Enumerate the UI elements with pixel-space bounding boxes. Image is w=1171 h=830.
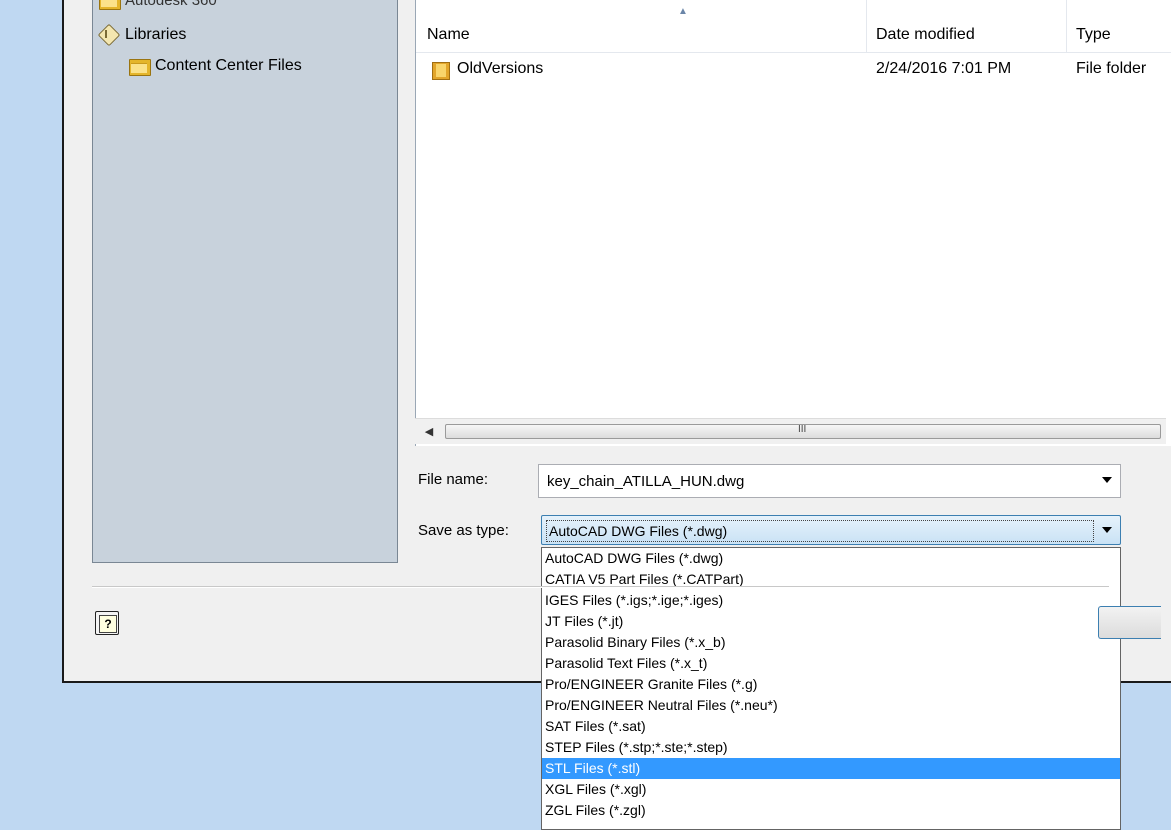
nav-item-label: Libraries <box>125 26 187 43</box>
dialog-divider <box>92 586 1109 587</box>
savetype-option[interactable]: AutoCAD DWG Files (*.dwg) <box>542 548 1120 569</box>
savetype-option[interactable]: SAT Files (*.sat) <box>542 716 1120 737</box>
savetype-option[interactable]: Pro/ENGINEER Neutral Files (*.neu*) <box>542 695 1120 716</box>
library-icon <box>97 23 121 47</box>
savetype-option[interactable]: JT Files (*.jt) <box>542 611 1120 632</box>
folder-icon <box>129 57 151 76</box>
filename-field[interactable] <box>538 464 1121 498</box>
nav-item-autodesk-360[interactable]: Autodesk 360 <box>99 0 217 10</box>
column-divider[interactable] <box>1066 0 1067 52</box>
savetype-select[interactable]: AutoCAD DWG Files (*.dwg) <box>541 515 1121 545</box>
file-row[interactable]: OldVersions 2/24/2016 7:01 PM File folde… <box>416 58 1171 82</box>
savetype-option-highlighted[interactable]: STL Files (*.stl) <box>542 758 1120 779</box>
column-name-header[interactable]: Name <box>427 26 470 44</box>
savetype-label: Save as type: <box>418 522 509 539</box>
chevron-down-icon[interactable] <box>1102 527 1112 533</box>
scrollbar-thumb[interactable]: III <box>445 424 1161 439</box>
cloud-folder-icon <box>99 0 121 10</box>
nav-item-libraries[interactable]: Libraries <box>97 23 187 47</box>
savetype-option[interactable]: Parasolid Text Files (*.x_t) <box>542 653 1120 674</box>
savetype-option[interactable]: IGES Files (*.igs;*.ige;*.iges) <box>542 590 1120 611</box>
savetype-dropdown-list[interactable]: AutoCAD DWG Files (*.dwg) CATIA V5 Part … <box>541 547 1121 830</box>
filename-input[interactable] <box>539 465 1087 497</box>
file-type: File folder <box>1076 60 1147 77</box>
file-name: OldVersions <box>457 60 544 77</box>
chevron-down-icon[interactable] <box>1102 477 1112 483</box>
savetype-option[interactable]: ZGL Files (*.zgl) <box>542 800 1120 821</box>
nav-item-content-center-files[interactable]: Content Center Files <box>129 57 302 76</box>
savetype-option[interactable]: XGL Files (*.xgl) <box>542 779 1120 800</box>
column-date-header[interactable]: Date modified <box>876 26 975 44</box>
navigation-pane[interactable]: Autodesk 360 Libraries Content Center Fi… <box>92 0 398 563</box>
help-icon: ? <box>99 615 117 633</box>
column-type-header[interactable]: Type <box>1076 26 1111 44</box>
savetype-selected-value: AutoCAD DWG Files (*.dwg) <box>546 520 1094 542</box>
nav-item-label: Content Center Files <box>155 57 302 74</box>
help-button[interactable]: ? <box>95 611 119 635</box>
column-header: ▲ Name Date modified Type <box>416 0 1171 53</box>
savetype-option[interactable]: STEP Files (*.stp;*.ste;*.step) <box>542 737 1120 758</box>
filename-label: File name: <box>418 471 489 488</box>
scroll-left-arrow-icon[interactable]: ◀ <box>421 424 437 440</box>
folder-icon <box>432 62 450 80</box>
nav-item-label: Autodesk 360 <box>125 0 217 9</box>
savetype-option[interactable]: Parasolid Binary Files (*.x_b) <box>542 632 1120 653</box>
column-divider[interactable] <box>866 0 867 52</box>
grip-icon: III <box>798 424 807 435</box>
sort-ascending-icon: ▲ <box>678 6 688 17</box>
save-button-partial[interactable] <box>1098 606 1161 639</box>
file-list[interactable]: ▲ Name Date modified Type OldVersions 2/… <box>415 0 1171 446</box>
savetype-option[interactable]: Pro/ENGINEER Granite Files (*.g) <box>542 674 1120 695</box>
horizontal-scrollbar[interactable]: ◀ III <box>415 418 1166 444</box>
file-date: 2/24/2016 7:01 PM <box>876 60 1012 77</box>
